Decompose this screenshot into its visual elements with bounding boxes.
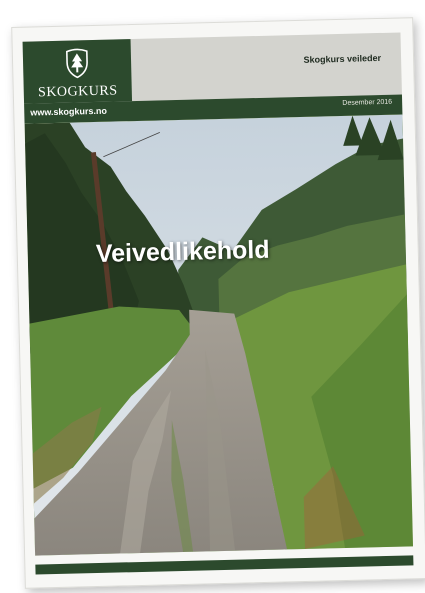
bottom-bar [35,555,414,575]
website-url: www.skogkurs.no [30,105,108,118]
cover-photo: Veivedlikehold [24,114,414,556]
booklet-cover: Skogkurs veileder SKOGKURS www.skogkurs.… [11,17,425,589]
logo-text: SKOGKURS [37,83,118,101]
tree-shield-icon [66,48,88,79]
series-title: Skogkurs veileder [303,52,382,65]
brand-logo: SKOGKURS [22,39,133,104]
publication-date: Desember 2016 [342,98,393,107]
forest-road-illustration [24,114,414,556]
